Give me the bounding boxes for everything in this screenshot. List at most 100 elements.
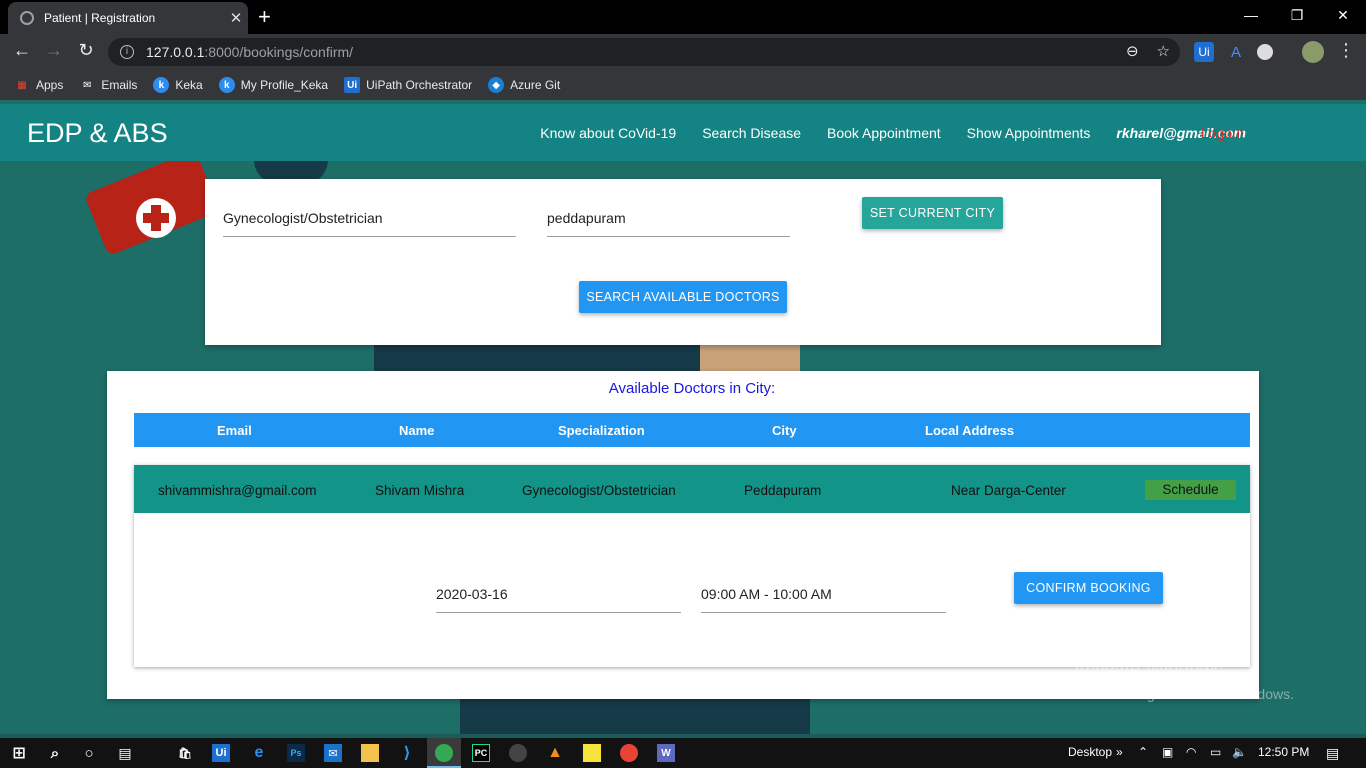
app-navbar: EDP & ABS Know about CoVid-19 Search Dis…: [0, 104, 1366, 161]
booking-date-field[interactable]: 2020-03-16: [436, 586, 681, 613]
cortana-icon[interactable]: ○: [80, 744, 98, 762]
bookmark-item[interactable]: k My Profile_Keka: [218, 77, 329, 93]
volume-icon[interactable]: 🔈: [1232, 745, 1247, 759]
bookmark-label: Emails: [101, 78, 138, 92]
activate-windows-hint: Go to Settings to activate Windows.: [1073, 686, 1294, 702]
bookmark-item[interactable]: ✉ Emails: [79, 77, 137, 93]
uipath-icon: Ui: [344, 77, 361, 93]
set-current-city-button[interactable]: SET CURRENT CITY: [862, 197, 1003, 229]
windows-start-icon[interactable]: ⊞: [10, 744, 28, 762]
doctor-city: Peddapuram: [744, 483, 822, 498]
bookmark-label: UiPath Orchestrator: [366, 78, 473, 92]
avatar[interactable]: [1302, 41, 1324, 63]
pycharm-icon[interactable]: PC: [472, 744, 490, 762]
bookmark-item[interactable]: ◆ Azure Git: [488, 77, 560, 93]
logout-link[interactable]: Logout: [1201, 125, 1244, 141]
bookmark-label: My Profile_Keka: [240, 78, 329, 92]
column-name: Name: [399, 423, 435, 438]
info-icon[interactable]: i: [120, 45, 134, 59]
photoshop-icon[interactable]: Ps: [287, 744, 305, 762]
tray-app-icon[interactable]: ▣: [1162, 745, 1173, 759]
url-path: :8000/bookings/confirm/: [204, 44, 354, 60]
search-card: Gynecologist/Obstetrician peddapuram SET…: [205, 179, 1161, 345]
chrome-icon[interactable]: [435, 744, 453, 762]
nav-links: Know about CoVid-19 Search Disease Book …: [540, 125, 1246, 141]
column-email: Email: [217, 423, 252, 438]
bookmark-item[interactable]: k Keka: [153, 77, 203, 93]
bookmark-label: Apps: [36, 78, 64, 92]
menu-icon[interactable]: ⋮: [1334, 40, 1358, 61]
davinci-icon[interactable]: [509, 744, 527, 762]
notifications-icon[interactable]: ▤: [1326, 745, 1339, 762]
keka-icon: k: [218, 77, 235, 93]
globe-icon: [20, 11, 34, 25]
minimize-icon[interactable]: —: [1228, 0, 1274, 30]
nav-link-show-appointments[interactable]: Show Appointments: [967, 125, 1091, 141]
specialization-field[interactable]: Gynecologist/Obstetrician: [223, 210, 516, 237]
activate-windows-watermark: Activate Windows: [1073, 660, 1223, 681]
apps-grid-icon: ▦: [17, 79, 27, 91]
city-field[interactable]: peddapuram: [547, 210, 790, 237]
reload-icon[interactable]: ↻: [74, 40, 98, 61]
clock[interactable]: 12:50 PM: [1258, 745, 1309, 759]
address-bar[interactable]: i 127.0.0.1 :8000/bookings/confirm/ ⊖ ☆: [108, 38, 1180, 66]
bookmark-item[interactable]: Ui UiPath Orchestrator: [344, 77, 472, 93]
desktop-toolbar[interactable]: Desktop: [1068, 745, 1112, 759]
store-icon[interactable]: 🛍: [176, 744, 194, 762]
table-row[interactable]: shivammishra@gmail.com Shivam Mishra Gyn…: [134, 465, 1250, 513]
mail-icon[interactable]: ✉: [324, 744, 342, 762]
browser-titlebar: Patient | Registration ✕ + — ❐ ✕: [0, 0, 1366, 34]
battery-icon[interactable]: ▭: [1210, 745, 1221, 759]
bookmark-item[interactable]: ▦ Apps: [14, 77, 63, 93]
window-close-icon[interactable]: ✕: [1320, 0, 1366, 30]
search-icon[interactable]: ⌕: [46, 744, 64, 762]
bookmarks-bar: ▦ Apps ✉ Emails k Keka k My Profile_Keka Ui UiPat…: [0, 70, 1366, 100]
back-icon[interactable]: ←: [10, 40, 34, 61]
tab-close-icon[interactable]: ✕: [224, 9, 248, 27]
table-header: Email Name Specialization City Local Add…: [134, 413, 1250, 447]
results-card: Available Doctors in City: Email Name Sp…: [107, 371, 1259, 699]
illustration-shape: [374, 345, 704, 371]
envelope-icon: ✉: [83, 79, 92, 91]
brand-logo[interactable]: EDP & ABS: [27, 118, 168, 149]
word-icon[interactable]: W: [657, 744, 675, 762]
restore-icon[interactable]: ❐: [1274, 0, 1320, 30]
schedule-button[interactable]: Schedule: [1145, 480, 1236, 500]
edge-icon[interactable]: e: [250, 744, 268, 762]
doctor-email: shivammishra@gmail.com: [158, 483, 317, 498]
column-city: City: [772, 423, 797, 438]
sticky-notes-icon[interactable]: [583, 744, 601, 762]
nav-link-search-disease[interactable]: Search Disease: [702, 125, 801, 141]
record-extension-icon[interactable]: [1257, 44, 1273, 60]
toolbar-expand-icon[interactable]: »: [1116, 745, 1123, 759]
font-extension-icon[interactable]: A: [1226, 42, 1246, 62]
tab-title: Patient | Registration: [44, 11, 156, 25]
browser-tab[interactable]: Patient | Registration ✕: [8, 2, 248, 34]
windows-taskbar: ⊞ ⌕ ○ ▤ 🛍 Ui e Ps ✉ ⟩ PC ▲ W Desktop » ⌃…: [0, 738, 1366, 768]
keka-icon: k: [153, 77, 170, 93]
booking-slot-field[interactable]: 09:00 AM - 10:00 AM: [701, 586, 946, 613]
bookmark-star-icon[interactable]: ☆: [1157, 42, 1170, 60]
new-tab-button[interactable]: +: [258, 4, 271, 30]
zoom-icon[interactable]: ⊖: [1126, 42, 1139, 60]
wifi-icon[interactable]: ◠: [1186, 745, 1196, 759]
vlc-icon[interactable]: ▲: [546, 744, 564, 762]
chrome-profile-icon[interactable]: [620, 744, 638, 762]
azure-devops-icon: ◆: [488, 77, 505, 93]
file-explorer-icon[interactable]: [361, 744, 379, 762]
forward-icon[interactable]: →: [42, 40, 66, 61]
confirm-booking-button[interactable]: CONFIRM BOOKING: [1014, 572, 1163, 604]
nav-link-covid[interactable]: Know about CoVid-19: [540, 125, 676, 141]
page-content: EDP & ABS Know about CoVid-19 Search Dis…: [0, 100, 1366, 734]
medical-cross-icon: [136, 198, 176, 238]
uipath-extension-icon[interactable]: Ui: [1194, 42, 1214, 62]
tray-chevron-icon[interactable]: ⌃: [1138, 745, 1148, 759]
vscode-icon[interactable]: ⟩: [398, 744, 416, 762]
results-title: Available Doctors in City:: [608, 380, 776, 397]
doctor-panel: shivammishra@gmail.com Shivam Mishra Gyn…: [134, 465, 1250, 667]
nav-link-book-appointment[interactable]: Book Appointment: [827, 125, 941, 141]
task-view-icon[interactable]: ▤: [116, 744, 134, 762]
uipath-icon[interactable]: Ui: [212, 744, 230, 762]
search-doctors-button[interactable]: SEARCH AVAILABLE DOCTORS: [579, 281, 787, 313]
browser-toolbar: ← → ↻ i 127.0.0.1 :8000/bookings/confirm…: [0, 34, 1366, 70]
